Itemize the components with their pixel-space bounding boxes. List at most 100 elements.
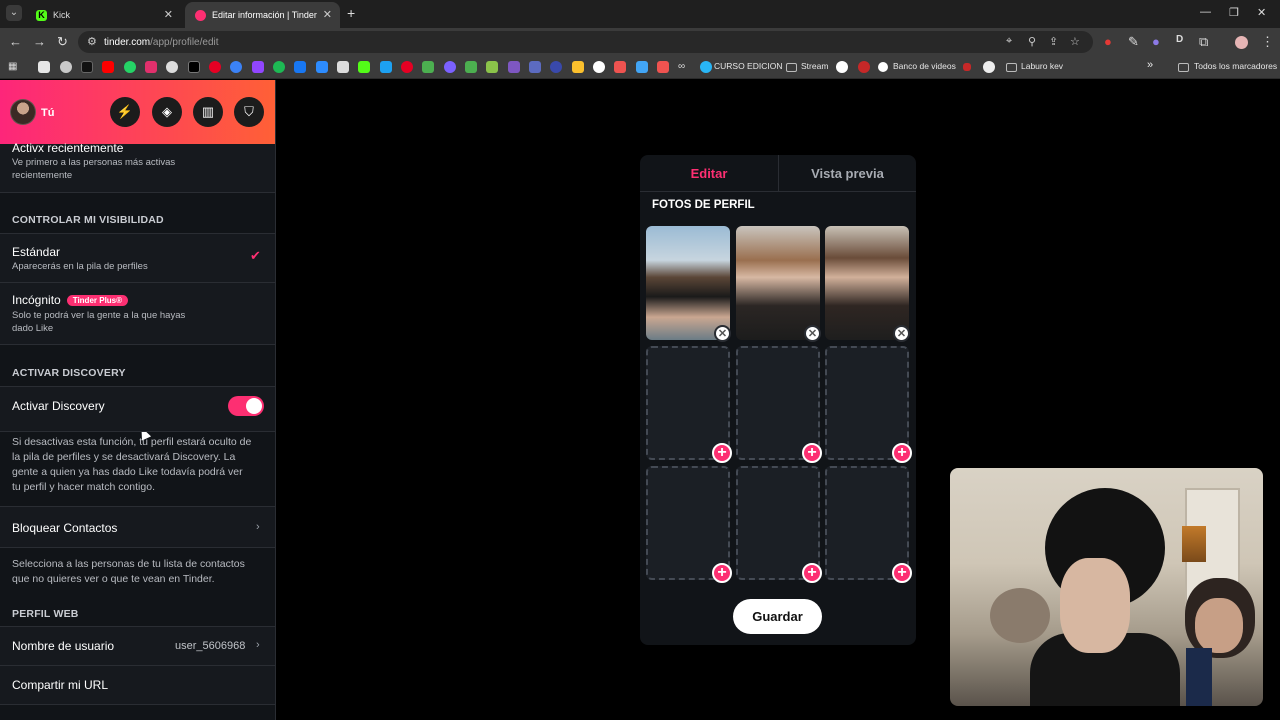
folder-icon bbox=[1006, 63, 1017, 72]
tab-preview[interactable]: Vista previa bbox=[778, 155, 916, 192]
new-tab-icon[interactable]: + bbox=[347, 5, 355, 21]
bookmark-icon[interactable] bbox=[508, 61, 520, 73]
close-tab-icon[interactable]: ✕ bbox=[323, 8, 332, 21]
bookmark-banco-de-videos[interactable]: Banco de videos bbox=[893, 61, 956, 71]
editor-tabs: Editar Vista previa bbox=[640, 155, 916, 192]
save-button[interactable]: Guardar bbox=[733, 599, 822, 634]
bookmark-icon[interactable] bbox=[337, 61, 349, 73]
bookmark-star-icon[interactable]: ☆ bbox=[1070, 35, 1080, 48]
bookmark-icon[interactable] bbox=[273, 61, 285, 73]
bookmark-icon[interactable] bbox=[60, 61, 72, 73]
tab-tinder[interactable]: Editar información | Tinder ✕ bbox=[185, 2, 340, 28]
add-photo-icon[interactable]: + bbox=[802, 563, 822, 583]
bookmark-icon[interactable] bbox=[858, 61, 870, 73]
close-tab-icon[interactable]: ✕ bbox=[164, 8, 173, 21]
bookmark-icon[interactable] bbox=[465, 61, 477, 73]
extension-icon[interactable]: D bbox=[1176, 34, 1183, 45]
gifts-icon[interactable]: ▥ bbox=[193, 97, 223, 127]
bookmark-icon[interactable] bbox=[700, 61, 712, 73]
bookmark-curso-edicion[interactable]: CURSO EDICION bbox=[714, 61, 782, 71]
explore-icon[interactable]: ◈ bbox=[152, 97, 182, 127]
bookmark-icon[interactable] bbox=[401, 61, 413, 73]
site-info-icon[interactable]: ⚙ bbox=[87, 35, 97, 48]
bookmark-icon[interactable] bbox=[983, 61, 995, 73]
profile-photo-2[interactable] bbox=[736, 226, 820, 340]
back-icon[interactable]: ← bbox=[9, 34, 22, 49]
bookmark-icon[interactable] bbox=[38, 61, 50, 73]
bookmark-icon[interactable] bbox=[444, 61, 456, 73]
bookmark-icon[interactable] bbox=[294, 61, 306, 73]
kick-favicon-icon: K bbox=[36, 9, 47, 21]
bookmark-laburo-kev[interactable]: Laburo kev bbox=[1021, 61, 1063, 71]
add-photo-icon[interactable]: + bbox=[802, 443, 822, 463]
discovery-description: Si desactivas esta función, tu perfil es… bbox=[12, 436, 252, 448]
forward-icon[interactable]: → bbox=[33, 34, 46, 49]
profile-avatar-icon[interactable] bbox=[1235, 36, 1248, 49]
address-bar[interactable]: ⚙ tinder.com/app/profile/edit ⌖ ⚲ ⇪ ☆ bbox=[78, 31, 1093, 53]
bookmark-icon[interactable] bbox=[836, 61, 848, 73]
bookmark-icon[interactable] bbox=[252, 61, 264, 73]
remove-photo-icon[interactable]: ✕ bbox=[714, 325, 731, 342]
extension-icon[interactable]: ● bbox=[1104, 34, 1112, 49]
bookmark-icon[interactable] bbox=[878, 62, 888, 72]
extension-icon[interactable]: ✎ bbox=[1128, 34, 1139, 50]
bookmark-icon[interactable] bbox=[529, 61, 541, 73]
bookmark-stream[interactable]: Stream bbox=[801, 61, 828, 71]
bookmark-icon[interactable] bbox=[550, 61, 562, 73]
tab-title: Kick bbox=[53, 10, 71, 20]
more-bookmarks-icon[interactable]: » bbox=[1147, 59, 1153, 71]
remove-photo-icon[interactable]: ✕ bbox=[893, 325, 910, 342]
boost-icon[interactable]: ⚡ bbox=[110, 97, 140, 127]
bookmark-icon[interactable] bbox=[593, 61, 605, 73]
discovery-toggle[interactable] bbox=[228, 396, 264, 416]
bookmark-icon[interactable] bbox=[209, 61, 221, 73]
bookmark-icon[interactable] bbox=[636, 61, 648, 73]
bookmark-icon[interactable] bbox=[188, 61, 200, 73]
reload-icon[interactable]: ↻ bbox=[57, 34, 68, 50]
bookmark-icon[interactable] bbox=[380, 61, 392, 73]
minimize-icon[interactable]: — bbox=[1200, 6, 1211, 18]
shield-icon[interactable]: ⛉ bbox=[234, 97, 264, 127]
add-photo-icon[interactable]: + bbox=[712, 563, 732, 583]
bookmark-icon[interactable] bbox=[145, 61, 157, 73]
tab-kick[interactable]: K Kick ✕ bbox=[26, 2, 181, 28]
add-photo-icon[interactable]: + bbox=[712, 443, 732, 463]
bookmark-icon[interactable] bbox=[102, 61, 114, 73]
bookmark-icon[interactable] bbox=[358, 61, 370, 73]
bookmark-all-bookmarks[interactable]: Todos los marcadores bbox=[1194, 61, 1277, 71]
extensions-puzzle-icon[interactable]: ⧉ bbox=[1199, 34, 1208, 50]
location-icon[interactable]: ⌖ bbox=[1006, 35, 1012, 48]
empty-photo-slot[interactable] bbox=[825, 346, 909, 460]
add-photo-icon[interactable]: + bbox=[892, 563, 912, 583]
bookmark-icon[interactable] bbox=[230, 61, 242, 73]
bookmark-icon[interactable] bbox=[166, 61, 178, 73]
bookmark-icon[interactable] bbox=[422, 61, 434, 73]
bookmark-icon[interactable]: ∞ bbox=[678, 61, 690, 73]
zoom-icon[interactable]: ⚲ bbox=[1028, 35, 1036, 48]
bookmark-icon[interactable] bbox=[486, 61, 498, 73]
add-photo-icon[interactable]: + bbox=[892, 443, 912, 463]
bookmark-icon[interactable] bbox=[124, 61, 136, 73]
profile-editor-card: Editar Vista previa FOTOS DE PERFIL ✕ ✕ … bbox=[640, 155, 916, 645]
avatar[interactable] bbox=[10, 99, 36, 125]
profile-photo-3[interactable] bbox=[825, 226, 909, 340]
menu-icon[interactable]: ⋮ bbox=[1261, 34, 1274, 50]
bookmark-icon[interactable] bbox=[81, 61, 93, 73]
apps-grid-icon[interactable]: ▦ bbox=[8, 61, 20, 73]
restore-icon[interactable]: ❐ bbox=[1229, 6, 1239, 19]
tab-search-icon[interactable]: ⌄ bbox=[6, 5, 22, 21]
user-name[interactable]: Tú bbox=[41, 107, 54, 119]
bookmark-icon[interactable] bbox=[963, 63, 971, 71]
bookmark-icon[interactable] bbox=[316, 61, 328, 73]
install-icon[interactable]: ⇪ bbox=[1049, 35, 1058, 48]
bookmark-icon[interactable] bbox=[614, 61, 626, 73]
profile-photo-1[interactable] bbox=[646, 226, 730, 340]
empty-photo-slot[interactable] bbox=[825, 466, 909, 580]
bookmark-icon[interactable] bbox=[657, 61, 669, 73]
settings-sidebar: Tú ⚡ ◈ ▥ ⛉ Activx recientemente Ve prime… bbox=[0, 80, 276, 720]
tab-edit[interactable]: Editar bbox=[640, 155, 778, 192]
close-window-icon[interactable]: ✕ bbox=[1257, 6, 1266, 19]
bookmark-icon[interactable] bbox=[572, 61, 584, 73]
extension-icon[interactable]: ● bbox=[1152, 34, 1160, 49]
remove-photo-icon[interactable]: ✕ bbox=[804, 325, 821, 342]
